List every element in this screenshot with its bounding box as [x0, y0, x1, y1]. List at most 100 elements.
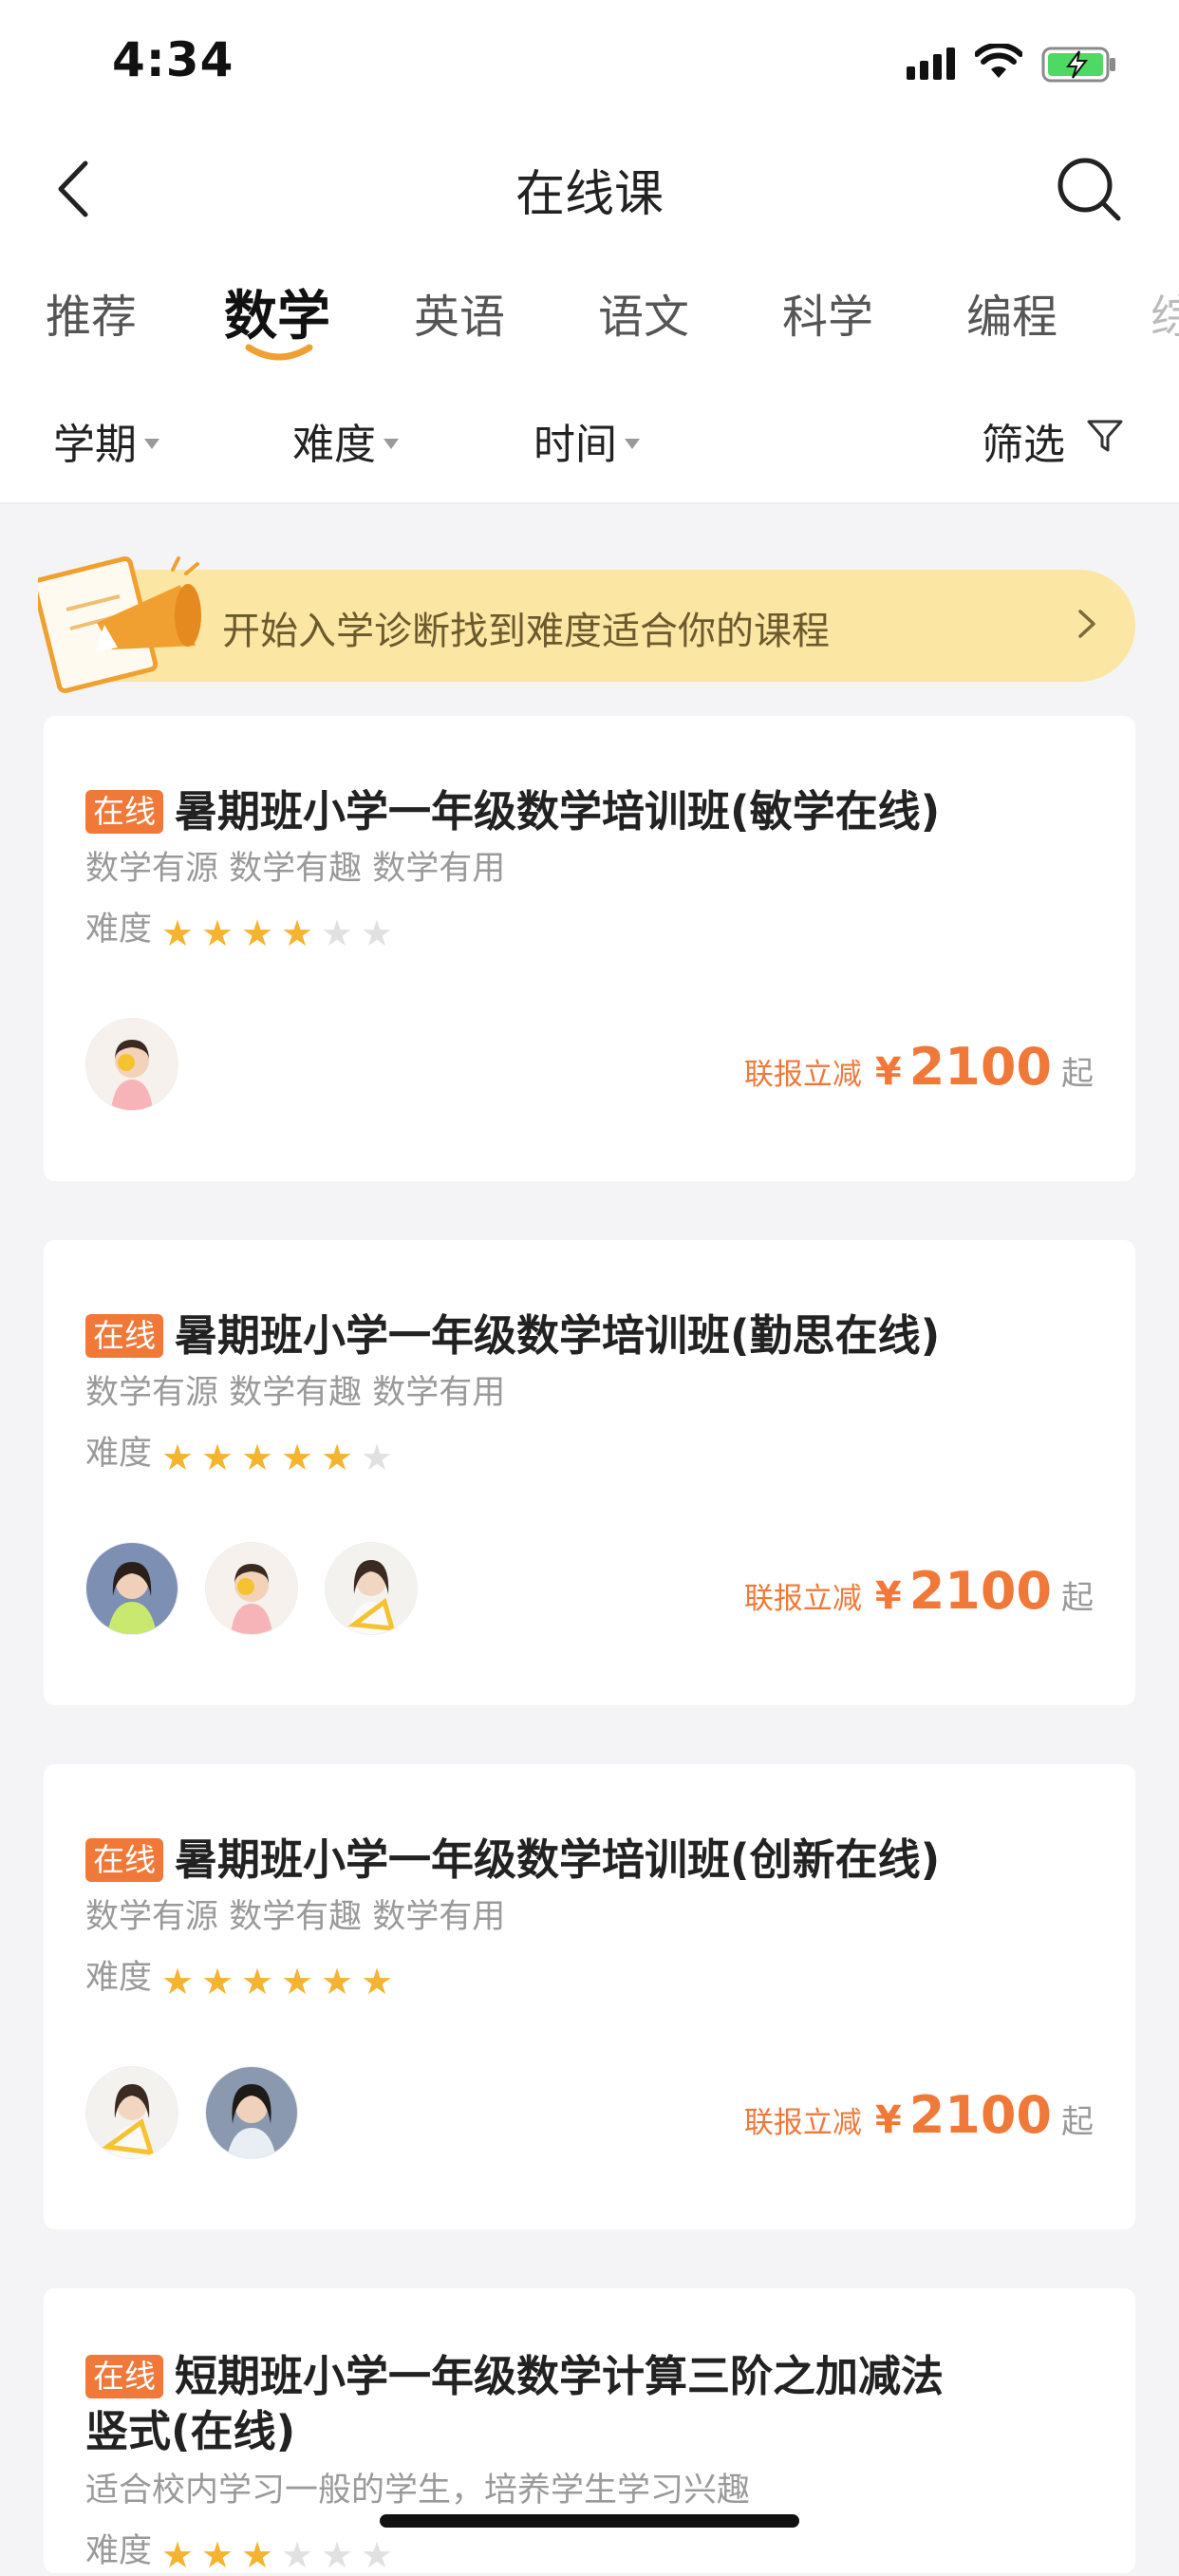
- course-title-text: 暑期班小学一年级数学培训班(敏学在线): [175, 786, 941, 837]
- difficulty-label: 难度: [85, 1959, 153, 1997]
- star-filled-icon: ★: [161, 2534, 195, 2576]
- caret-down-icon: [384, 438, 399, 449]
- subject-tabs: 推荐 数学 英语 语文 科学 编程 综: [0, 266, 1179, 370]
- star-filled-icon: ★: [201, 2534, 234, 2576]
- funnel-icon[interactable]: [1086, 418, 1124, 454]
- search-icon[interactable]: [1054, 154, 1124, 224]
- difficulty-stars: ★ ★ ★ ★ ★ ★: [161, 1439, 401, 1478]
- star-filled-icon: ★: [241, 2534, 274, 2576]
- promo-text: 联报立减: [743, 1058, 862, 1092]
- star-filled-icon: ★: [281, 1961, 314, 2003]
- caret-down-icon: [144, 438, 159, 449]
- filter-button[interactable]: 筛选: [982, 410, 1065, 471]
- currency-symbol: ¥: [874, 2098, 902, 2142]
- course-price: 联报立减 ¥2100 起: [744, 2085, 1094, 2145]
- star-filled-icon: ★: [201, 912, 234, 954]
- price-value: 2100: [908, 1561, 1052, 1621]
- course-title-line2: 竖式(在线): [85, 2406, 296, 2456]
- promo-text: 联报立减: [743, 2106, 862, 2140]
- star-filled-icon: ★: [161, 912, 195, 954]
- tab-more[interactable]: 综: [1151, 279, 1179, 346]
- course-price: 联报立减 ¥2100 起: [744, 1561, 1094, 1621]
- price-suffix: 起: [1061, 1055, 1094, 1093]
- price-value: 2100: [908, 2085, 1052, 2145]
- difficulty-stars: ★ ★ ★ ★ ★ ★: [161, 915, 401, 954]
- star-filled-icon: ★: [321, 1437, 354, 1478]
- chevron-right-icon: [1078, 610, 1095, 638]
- difficulty-stars: ★ ★ ★ ★ ★ ★: [161, 2537, 401, 2576]
- course-difficulty: 难度 ★ ★ ★ ★ ★ ★: [85, 902, 401, 954]
- filter-term[interactable]: 学期: [53, 410, 159, 471]
- avatar[interactable]: [85, 2066, 178, 2159]
- online-badge: 在线: [85, 1314, 163, 1358]
- online-badge: 在线: [85, 1838, 163, 1882]
- course-card-3[interactable]: 在线 暑期班小学一年级数学培训班(创新在线) 数学有源 数学有趣 数学有用 难度 ★…: [44, 1764, 1135, 2229]
- avatar[interactable]: [205, 1542, 298, 1635]
- course-subtitle: 数学有源 数学有趣 数学有用: [85, 1374, 506, 1412]
- price-suffix: 起: [1061, 2103, 1094, 2141]
- currency-symbol: ¥: [874, 1050, 902, 1094]
- avatar[interactable]: [85, 1542, 178, 1635]
- star-filled-icon: ★: [241, 1437, 274, 1478]
- star-filled-icon: ★: [241, 912, 274, 954]
- star-filled-icon: ★: [201, 1961, 234, 2003]
- course-card-4[interactable]: 在线 短期班小学一年级数学计算三阶之加减法 竖式(在线) 适合校内学习一般的学生，…: [44, 2288, 1135, 2573]
- star-filled-icon: ★: [161, 1437, 195, 1478]
- star-empty-icon: ★: [281, 2534, 314, 2576]
- course-title: 在线 暑期班小学一年级数学培训班(勤思在线): [85, 1301, 940, 1363]
- nav-bar: 在线课: [0, 125, 1179, 251]
- megaphone-icon: [38, 555, 201, 694]
- star-filled-icon: ★: [281, 1437, 314, 1478]
- course-title: 在线 暑期班小学一年级数学培训班(敏学在线): [85, 777, 940, 838]
- course-card-1[interactable]: 在线 暑期班小学一年级数学培训班(敏学在线) 数学有源 数学有趣 数学有用 难度 ★…: [44, 716, 1135, 1181]
- difficulty-stars: ★ ★ ★ ★ ★ ★: [161, 1964, 401, 2003]
- tab-chinese[interactable]: 语文: [598, 279, 689, 346]
- cellular-signal-icon: [907, 47, 955, 80]
- course-title: 在线 暑期班小学一年级数学培训班(创新在线): [85, 1825, 940, 1887]
- tab-recommend[interactable]: 推荐: [46, 279, 137, 346]
- home-indicator: [380, 2514, 799, 2528]
- course-difficulty: 难度 ★ ★ ★ ★ ★ ★: [85, 2524, 401, 2576]
- star-filled-icon: ★: [281, 912, 314, 954]
- avatar[interactable]: [205, 2066, 298, 2159]
- star-filled-icon: ★: [201, 1437, 234, 1478]
- star-filled-icon: ★: [161, 1961, 195, 2003]
- course-difficulty: 难度 ★ ★ ★ ★ ★ ★: [85, 1426, 401, 1478]
- difficulty-label: 难度: [85, 1435, 153, 1473]
- battery-charging-icon: [1041, 47, 1115, 83]
- star-empty-icon: ★: [321, 2534, 354, 2576]
- tab-science[interactable]: 科学: [782, 279, 873, 346]
- course-title-text: 暑期班小学一年级数学培训班(创新在线): [175, 1834, 941, 1885]
- filter-button-label: 筛选: [982, 421, 1065, 469]
- difficulty-label: 难度: [85, 2532, 153, 2570]
- filter-time[interactable]: 时间: [533, 410, 640, 471]
- filter-difficulty-label: 难度: [292, 421, 376, 469]
- filter-difficulty[interactable]: 难度: [292, 410, 399, 471]
- status-time: 4:34: [112, 32, 234, 87]
- course-subtitle: 数学有源 数学有趣 数学有用: [85, 1898, 506, 1936]
- price-value: 2100: [908, 1037, 1052, 1097]
- promo-text: 联报立减: [743, 1582, 862, 1616]
- banner-text: 开始入学诊断找到难度适合你的课程: [222, 610, 830, 653]
- price-suffix: 起: [1061, 1579, 1094, 1617]
- star-empty-icon: ★: [321, 912, 354, 954]
- online-badge: 在线: [85, 790, 163, 834]
- star-filled-icon: ★: [361, 1961, 394, 2003]
- avatar[interactable]: [85, 1018, 178, 1111]
- avatar[interactable]: [325, 1542, 418, 1635]
- course-card-2[interactable]: 在线 暑期班小学一年级数学培训班(勤思在线) 数学有源 数学有趣 数学有用 难度 ★…: [44, 1240, 1135, 1705]
- caret-down-icon: [625, 438, 640, 449]
- course-title-text: 短期班小学一年级数学计算三阶之加减法: [175, 2351, 945, 2401]
- online-badge: 在线: [85, 2355, 163, 2398]
- course-price: 联报立减 ¥2100 起: [744, 1037, 1094, 1097]
- course-subtitle: 数学有源 数学有趣 数学有用: [85, 850, 506, 888]
- tab-coding[interactable]: 编程: [966, 279, 1057, 346]
- currency-symbol: ¥: [874, 1574, 902, 1618]
- course-difficulty: 难度 ★ ★ ★ ★ ★ ★: [85, 1950, 401, 2003]
- difficulty-label: 难度: [85, 911, 153, 949]
- star-filled-icon: ★: [241, 1961, 274, 2003]
- tab-math[interactable]: 数学: [224, 273, 330, 350]
- star-empty-icon: ★: [361, 2534, 394, 2576]
- course-title: 在线 短期班小学一年级数学计算三阶之加减法: [85, 2341, 944, 2403]
- tab-english[interactable]: 英语: [414, 279, 505, 346]
